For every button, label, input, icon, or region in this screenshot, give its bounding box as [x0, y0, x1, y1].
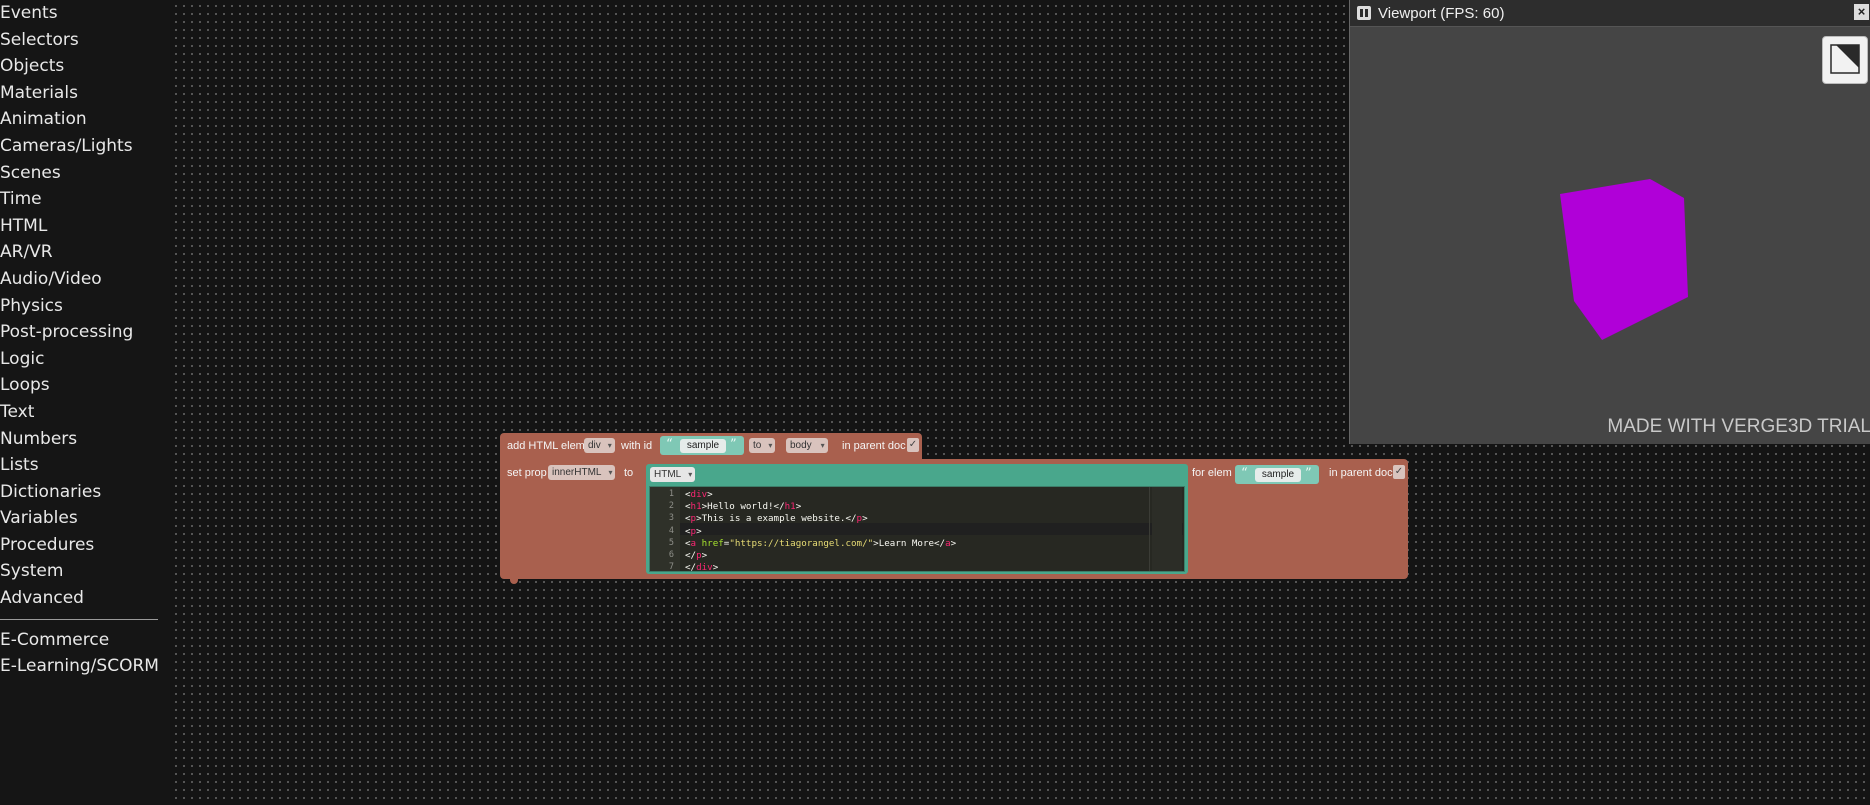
- category-loops[interactable]: Loops: [0, 372, 170, 399]
- block-label: set prop: [507, 467, 547, 479]
- active-line-highlight: [680, 523, 1183, 535]
- code-line: <h1>Hello world!</h1>: [685, 501, 802, 513]
- fullscreen-icon: [1830, 44, 1860, 74]
- html-code-block[interactable]: HTML ▾ 1 <div> 2 <h1>Hello world!</h1> 3 <p>Th…: [646, 464, 1188, 574]
- code-line: <p>This is a example website.</p>: [685, 513, 868, 525]
- add-html-elem-block[interactable]: add HTML elem div ▾ with id “ sample ” to…: [500, 433, 922, 461]
- category-animation[interactable]: Animation: [0, 106, 170, 133]
- chevron-down-icon: ▾: [768, 441, 773, 450]
- set-prop-block[interactable]: set prop innerHTML ▾ to HTML ▾ 1 <div> 2 <h1>…: [500, 459, 1408, 579]
- category-variables[interactable]: Variables: [0, 505, 170, 532]
- code-line: </div>: [685, 562, 719, 572]
- code-line: <p>: [685, 525, 702, 537]
- category-objects[interactable]: Objects: [0, 53, 170, 80]
- category-audio-video[interactable]: Audio/Video: [0, 266, 170, 293]
- editor-scrollbar[interactable]: [1152, 487, 1182, 571]
- category-cameras-lights[interactable]: Cameras/Lights: [0, 133, 170, 160]
- fullscreen-button[interactable]: [1822, 36, 1868, 84]
- elem-type-value: div: [588, 440, 601, 451]
- close-quote-icon: ”: [730, 437, 737, 452]
- category-e-commerce[interactable]: E-Commerce: [0, 627, 170, 654]
- close-quote-icon: ”: [1305, 466, 1312, 481]
- code-line: </p>: [685, 550, 708, 561]
- open-quote-icon: “: [666, 437, 673, 452]
- category-dictionaries[interactable]: Dictionaries: [0, 479, 170, 506]
- print-margin: [1149, 487, 1150, 571]
- elem-string-field[interactable]: sample: [1255, 468, 1301, 482]
- parent-doc-checkbox[interactable]: ✓: [1393, 465, 1405, 479]
- to-dropdown-value: to: [753, 440, 762, 451]
- category-numbers[interactable]: Numbers: [0, 426, 170, 453]
- category-advanced[interactable]: Advanced: [0, 585, 170, 612]
- for-elem-label: for elem: [1192, 467, 1232, 479]
- close-icon[interactable]: ×: [1854, 4, 1869, 20]
- category-lists[interactable]: Lists: [0, 452, 170, 479]
- string-block-id[interactable]: “ sample ”: [660, 436, 744, 455]
- viewport-title: Viewport (FPS: 60): [1378, 5, 1505, 22]
- code-type-dropdown[interactable]: HTML ▾: [650, 467, 696, 482]
- parent-doc-label: in parent doc: [842, 440, 906, 452]
- parent-dropdown[interactable]: body ▾: [786, 438, 828, 453]
- category-post-processing[interactable]: Post-processing: [0, 319, 170, 346]
- toolbox-sidebar: Events Selectors Objects Materials Animation…: [0, 0, 170, 805]
- string-block-elem[interactable]: “ sample ”: [1235, 465, 1319, 484]
- prop-dropdown[interactable]: innerHTML ▾: [548, 465, 616, 480]
- id-string-field[interactable]: sample: [680, 439, 726, 453]
- block-label: add HTML elem: [507, 440, 585, 452]
- category-scenes[interactable]: Scenes: [0, 160, 170, 187]
- category-html[interactable]: HTML: [0, 213, 170, 240]
- parent-value: body: [790, 440, 812, 451]
- category-procedures[interactable]: Procedures: [0, 532, 170, 559]
- parent-doc-label: in parent doc: [1329, 467, 1393, 479]
- chevron-down-icon: ▾: [688, 470, 693, 479]
- open-quote-icon: “: [1241, 466, 1248, 481]
- category-system[interactable]: System: [0, 558, 170, 585]
- category-separator: [0, 618, 158, 620]
- category-selectors[interactable]: Selectors: [0, 27, 170, 54]
- viewport-panel[interactable]: Viewport (FPS: 60) × MADE WITH VERGE3D T…: [1349, 0, 1870, 444]
- category-e-learning-scorm[interactable]: E-Learning/SCORM: [0, 653, 170, 680]
- parent-doc-checkbox[interactable]: ✓: [907, 438, 919, 452]
- with-id-label: with id: [621, 440, 653, 452]
- chevron-down-icon: ▾: [607, 441, 612, 450]
- category-materials[interactable]: Materials: [0, 80, 170, 107]
- line-number: 4: [668, 525, 674, 536]
- chevron-down-icon: ▾: [608, 468, 613, 477]
- line-number: 5: [668, 537, 674, 548]
- chevron-down-icon: ▾: [820, 441, 825, 450]
- prop-value: innerHTML: [552, 467, 602, 478]
- code-line: <a href="https://tiagorangel.com/">Learn…: [685, 537, 957, 549]
- code-line: <div>: [685, 489, 713, 500]
- line-number: 3: [668, 513, 674, 524]
- to-dropdown[interactable]: to ▾: [749, 438, 776, 453]
- code-type-value: HTML: [654, 469, 682, 480]
- line-number: 7: [668, 562, 674, 572]
- verge3d-watermark: MADE WITH VERGE3D TRIAL: [1607, 416, 1870, 437]
- line-number: 6: [668, 550, 674, 560]
- line-number: 2: [668, 501, 674, 512]
- category-physics[interactable]: Physics: [0, 293, 170, 320]
- next-connection-notch: [510, 578, 518, 584]
- to-label: to: [624, 467, 634, 479]
- category-events[interactable]: Events: [0, 0, 170, 27]
- viewport-titlebar[interactable]: Viewport (FPS: 60) ×: [1350, 0, 1870, 27]
- category-logic[interactable]: Logic: [0, 346, 170, 373]
- elem-type-dropdown[interactable]: div ▾: [584, 438, 615, 453]
- line-number: 1: [668, 489, 674, 499]
- purple-cube: [1560, 179, 1688, 340]
- pause-icon[interactable]: [1357, 6, 1371, 20]
- category-ar-vr[interactable]: AR/VR: [0, 239, 170, 266]
- category-time[interactable]: Time: [0, 186, 170, 213]
- code-editor[interactable]: 1 <div> 2 <h1>Hello world!</h1> 3 <p>This is …: [649, 486, 1185, 572]
- category-text[interactable]: Text: [0, 399, 170, 426]
